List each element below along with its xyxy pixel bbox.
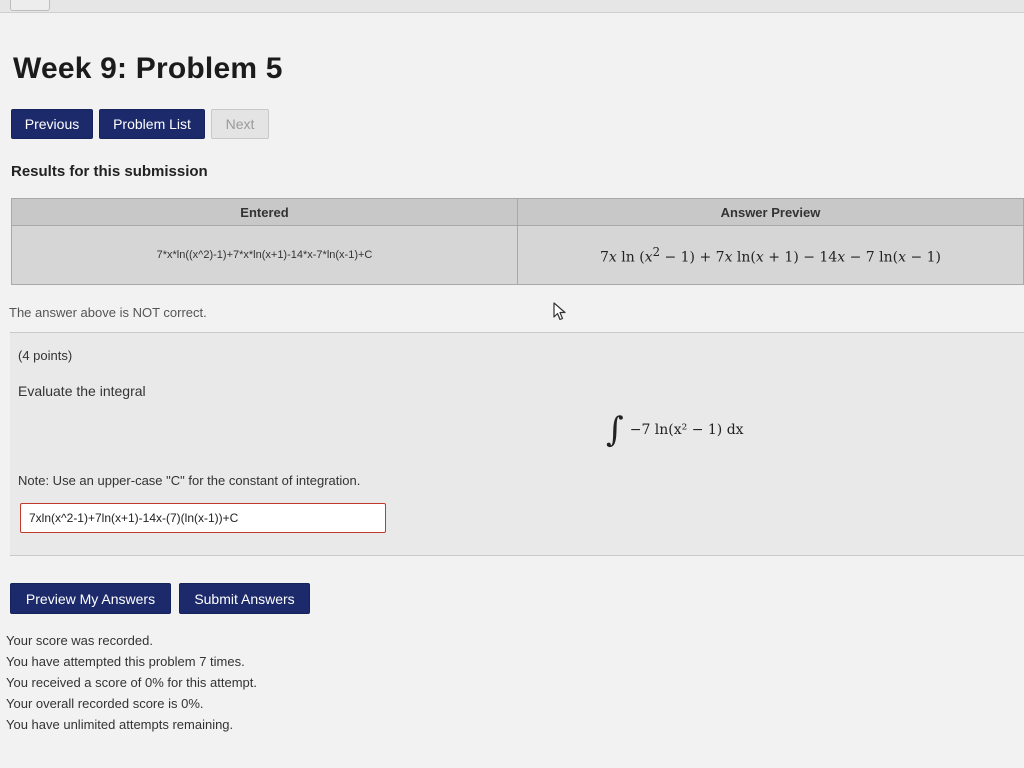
score-message: You have unlimited attempts remaining. — [6, 717, 234, 732]
preview-part: x — [608, 249, 617, 266]
problem-navigation: Previous Problem List Next — [11, 109, 269, 139]
entered-answer-cell: 7*x*ln((x^2)-1)+7*x*ln(x+1)-14*x-7*ln(x-… — [11, 225, 518, 285]
preview-part: 2 — [652, 244, 661, 259]
score-message: Your score was recorded. — [6, 633, 153, 648]
preview-answers-button[interactable]: Preview My Answers — [10, 583, 171, 614]
score-message: Your overall recorded score is 0%. — [6, 696, 204, 711]
preview-part: − 1) + 7 — [660, 249, 725, 266]
page-title: Week 9: Problem 5 — [13, 52, 283, 85]
score-message: You received a score of 0% for this atte… — [6, 675, 257, 690]
integrand: −7 ln(x² − 1) dx — [629, 422, 744, 438]
problem-prompt: Evaluate the integral — [18, 383, 146, 399]
preview-part: ln( — [732, 249, 756, 266]
constant-note: Note: Use an upper-case "C" for the cons… — [18, 473, 361, 488]
mouse-pointer-icon — [553, 302, 566, 321]
previous-button[interactable]: Previous — [11, 109, 93, 139]
preview-part: ln — [621, 249, 635, 266]
column-header-entered: Entered — [11, 198, 518, 226]
problem-points: (4 points) — [18, 348, 73, 363]
next-button: Next — [211, 109, 269, 139]
column-header-answer-preview: Answer Preview — [517, 198, 1024, 226]
problem-statement: (4 points) Evaluate the integral ∫ −7 ln… — [10, 332, 1024, 556]
preview-part: x — [898, 249, 906, 266]
preview-part: + 1) − 14 — [763, 249, 838, 266]
score-message: You have attempted this problem 7 times. — [6, 654, 245, 669]
integral-sign: ∫ — [606, 410, 624, 450]
answer-input[interactable] — [20, 503, 386, 533]
results-heading: Results for this submission — [11, 163, 208, 180]
preview-part: x — [755, 249, 764, 266]
answer-status-message: The answer above is NOT correct. — [9, 305, 207, 320]
answer-actions: Preview My Answers Submit Answers — [10, 583, 310, 614]
preview-part: − 7 ln( — [845, 249, 899, 266]
score-messages: Your score was recorded. You have attemp… — [6, 630, 257, 735]
preview-part: 7 — [599, 249, 609, 266]
browser-top-strip — [0, 0, 1024, 13]
submit-answers-button[interactable]: Submit Answers — [179, 583, 310, 614]
problem-list-button[interactable]: Problem List — [99, 109, 205, 139]
preview-part: x — [837, 249, 846, 266]
preview-part: x — [644, 249, 653, 266]
integral-expression: ∫ −7 ln(x² − 1) dx — [606, 413, 744, 447]
top-tab[interactable] — [10, 0, 50, 11]
results-header-row: Entered Answer Preview — [11, 198, 1024, 226]
preview-part: − 1) — [906, 249, 941, 266]
answer-preview-cell: 7x ln (x2 − 1) + 7x ln(x + 1) − 14x − 7 … — [517, 225, 1024, 285]
table-row: 7*x*ln((x^2)-1)+7*x*ln(x+1)-14*x-7*ln(x-… — [11, 225, 1024, 285]
results-table: Entered Answer Preview 7*x*ln((x^2)-1)+7… — [11, 198, 1024, 285]
